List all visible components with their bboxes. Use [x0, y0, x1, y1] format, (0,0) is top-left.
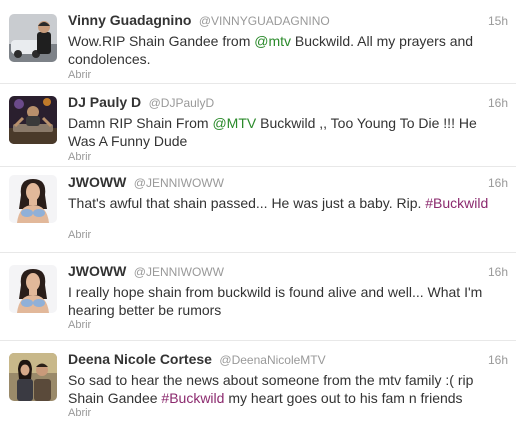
avatar[interactable] — [9, 14, 57, 62]
expand-tweet-link[interactable]: Abrir — [68, 319, 91, 331]
tweet-header: Deena Nicole Cortese @DeenaNicoleMTV 16h — [68, 351, 508, 369]
tweet-timestamp[interactable]: 15h — [488, 14, 508, 28]
avatar-photo-dj-at-decks-icon — [9, 96, 57, 144]
tweet-text: Damn RIP Shain From @MTV Buckwild ,, Too… — [68, 114, 490, 150]
mention-link[interactable]: @MTV — [212, 115, 256, 131]
author-fullname[interactable]: Deena Nicole Cortese — [68, 351, 212, 367]
avatar-photo-woman-icon — [9, 175, 57, 223]
avatar-photo-woman-icon — [9, 265, 57, 313]
avatar[interactable] — [9, 175, 57, 223]
tweet-header: JWOWW @JENNIWOWW 16h — [68, 263, 508, 281]
tweet-item[interactable]: Vinny Guadagnino @VINNYGUADAGNINO 15h Wo… — [0, 0, 516, 84]
author-username[interactable]: @DJPaulyD — [149, 96, 215, 110]
tweet-text: I really hope shain from buckwild is fou… — [68, 283, 490, 319]
tweet-timestamp[interactable]: 16h — [488, 96, 508, 110]
author-username[interactable]: @DeenaNicoleMTV — [219, 353, 325, 367]
tweet-text-segment: my heart goes out to his fam n friends — [224, 390, 463, 406]
author-fullname[interactable]: DJ Pauly D — [68, 94, 141, 110]
tweet-timestamp[interactable]: 16h — [488, 265, 508, 279]
tweet-text-segment: I really hope shain from buckwild is fou… — [68, 284, 483, 318]
expand-tweet-link[interactable]: Abrir — [68, 229, 91, 241]
tweet-item[interactable]: Deena Nicole Cortese @DeenaNicoleMTV 16h… — [0, 341, 516, 427]
avatar[interactable] — [9, 265, 57, 313]
tweet-text-segment: Damn RIP Shain From — [68, 115, 213, 131]
expand-tweet-link[interactable]: Abrir — [68, 151, 91, 163]
tweet-item[interactable]: JWOWW @JENNIWOWW 16h That's awful that s… — [0, 167, 516, 253]
tweet-header: JWOWW @JENNIWOWW 16h — [68, 174, 508, 192]
tweet-text-segment: That's awful that shain passed... He was… — [68, 195, 426, 211]
tweet-text: Wow.RIP Shain Gandee from @mtv Buckwild.… — [68, 32, 490, 68]
avatar-photo-couple-icon — [9, 353, 57, 401]
author-fullname[interactable]: Vinny Guadagnino — [68, 12, 191, 28]
hashtag-link[interactable]: #Buckwild — [161, 390, 224, 406]
tweet-text: That's awful that shain passed... He was… — [68, 194, 490, 212]
tweet-feed: Vinny Guadagnino @VINNYGUADAGNINO 15h Wo… — [0, 0, 516, 427]
expand-tweet-link[interactable]: Abrir — [68, 69, 91, 81]
author-fullname[interactable]: JWOWW — [68, 263, 126, 279]
author-username[interactable]: @JENNIWOWW — [134, 176, 224, 190]
expand-tweet-link[interactable]: Abrir — [68, 407, 91, 419]
tweet-header: DJ Pauly D @DJPaulyD 16h — [68, 94, 508, 112]
mention-link[interactable]: @mtv — [254, 33, 291, 49]
tweet-text-segment: Wow.RIP Shain Gandee from — [68, 33, 255, 49]
tweet-header: Vinny Guadagnino @VINNYGUADAGNINO 15h — [68, 12, 508, 30]
avatar[interactable] — [9, 353, 57, 401]
avatar[interactable] — [9, 96, 57, 144]
tweet-item[interactable]: DJ Pauly D @DJPaulyD 16h Damn RIP Shain … — [0, 84, 516, 167]
tweet-timestamp[interactable]: 16h — [488, 176, 508, 190]
hashtag-link[interactable]: #Buckwild — [425, 195, 488, 211]
author-fullname[interactable]: JWOWW — [68, 174, 126, 190]
author-username[interactable]: @VINNYGUADAGNINO — [199, 14, 330, 28]
author-username[interactable]: @JENNIWOWW — [134, 265, 224, 279]
tweet-timestamp[interactable]: 16h — [488, 353, 508, 367]
avatar-photo-man-with-car-icon — [9, 14, 57, 62]
tweet-text: So sad to hear the news about someone fr… — [68, 371, 490, 407]
tweet-item[interactable]: JWOWW @JENNIWOWW 16h I really hope shain… — [0, 253, 516, 341]
